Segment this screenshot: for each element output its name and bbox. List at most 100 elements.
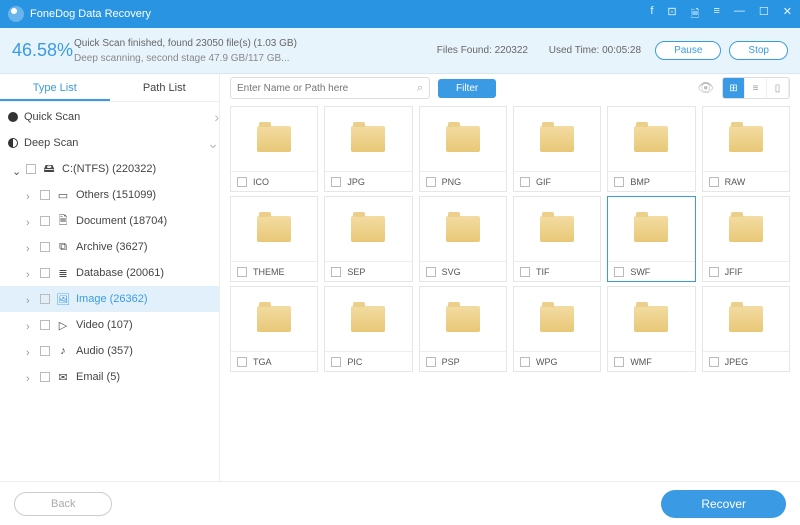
menu-icon[interactable]: ≡	[713, 5, 719, 24]
checkbox[interactable]	[40, 346, 50, 356]
tree-document[interactable]: 🗎 Document (18704)	[0, 208, 219, 234]
grid-cell[interactable]: TIF	[513, 196, 601, 282]
checkbox[interactable]	[709, 267, 719, 277]
expand-icon[interactable]	[26, 269, 34, 277]
view-thumbnail-icon[interactable]: ⊞	[723, 78, 745, 98]
thumbnail	[420, 197, 506, 261]
expand-icon[interactable]	[26, 191, 34, 199]
scan-info: Quick Scan finished, found 23050 file(s)…	[74, 36, 427, 66]
tab-path-list[interactable]: Path List	[110, 74, 220, 101]
search-icon[interactable]: ⌕	[417, 82, 423, 95]
checkbox[interactable]	[40, 242, 50, 252]
grid-cell[interactable]: WPG	[513, 286, 601, 372]
checkbox[interactable]	[40, 320, 50, 330]
checkbox[interactable]	[520, 357, 530, 367]
view-detail-icon[interactable]: ▯	[767, 78, 789, 98]
view-list-icon[interactable]: ≡	[745, 78, 767, 98]
checkbox[interactable]	[709, 357, 719, 367]
checkbox[interactable]	[40, 294, 50, 304]
minimize-icon[interactable]: —	[734, 5, 745, 24]
grid-cell[interactable]: BMP	[607, 106, 695, 192]
tree-audio[interactable]: ♪ Audio (357)	[0, 338, 219, 364]
expand-icon[interactable]	[26, 373, 34, 381]
cell-label: WMF	[630, 357, 652, 367]
checkbox[interactable]	[426, 357, 436, 367]
save-icon[interactable]: 🗎	[691, 5, 700, 24]
checkbox[interactable]	[331, 177, 341, 187]
search-box[interactable]: ⌕	[230, 77, 430, 99]
grid-cell[interactable]: PNG	[419, 106, 507, 192]
back-button[interactable]: Back	[14, 492, 112, 516]
grid-cell[interactable]: GIF	[513, 106, 601, 192]
tree-drive[interactable]: 🖴 C:(NTFS) (220322)	[0, 156, 219, 182]
grid-cell[interactable]: ICO	[230, 106, 318, 192]
filter-button[interactable]: Filter	[438, 79, 496, 98]
search-input[interactable]	[237, 83, 417, 94]
expand-icon[interactable]	[26, 321, 34, 329]
checkbox[interactable]	[614, 177, 624, 187]
folder-icon	[634, 216, 668, 242]
grid-cell[interactable]: TGA	[230, 286, 318, 372]
checkbox[interactable]	[26, 164, 36, 174]
checkbox[interactable]	[40, 268, 50, 278]
tree-email[interactable]: ✉ Email (5)	[0, 364, 219, 390]
tree-quick-scan[interactable]: Quick Scan ›	[0, 104, 219, 130]
checkbox[interactable]	[40, 372, 50, 382]
grid-cell[interactable]: SEP	[324, 196, 412, 282]
tree-database[interactable]: ≣ Database (20061)	[0, 260, 219, 286]
recover-button[interactable]: Recover	[661, 490, 786, 518]
grid-cell[interactable]: JPEG	[702, 286, 790, 372]
checkbox[interactable]	[331, 357, 341, 367]
expand-icon[interactable]	[12, 165, 20, 173]
cell-label: WPG	[536, 357, 558, 367]
grid-cell[interactable]: JFIF	[702, 196, 790, 282]
tree-deep-scan[interactable]: Deep Scan ⌄	[0, 130, 219, 156]
expand-icon[interactable]	[26, 347, 34, 355]
preview-icon[interactable]: 👁	[697, 80, 714, 96]
checkbox[interactable]	[426, 177, 436, 187]
tab-type-list[interactable]: Type List	[0, 74, 110, 101]
grid-cell[interactable]: PIC	[324, 286, 412, 372]
checkbox[interactable]	[40, 190, 50, 200]
grid-cell[interactable]: SWF	[607, 196, 695, 282]
checkbox[interactable]	[709, 177, 719, 187]
feedback-icon[interactable]: ⊡	[667, 5, 676, 24]
grid-cell[interactable]: PSP	[419, 286, 507, 372]
checkbox[interactable]	[426, 267, 436, 277]
grid-cell[interactable]: SVG	[419, 196, 507, 282]
grid-cell[interactable]: WMF	[607, 286, 695, 372]
scan-stats: Files Found: 220322 Used Time: 00:05:28	[437, 45, 641, 56]
checkbox[interactable]	[520, 177, 530, 187]
grid-cell[interactable]: JPG	[324, 106, 412, 192]
thumbnail	[608, 107, 694, 171]
tree-archive[interactable]: ⧉ Archive (3627)	[0, 234, 219, 260]
tree-image[interactable]: 🖼 Image (26362)	[0, 286, 219, 312]
folder-icon	[540, 126, 574, 152]
checkbox[interactable]	[331, 267, 341, 277]
checkbox[interactable]	[520, 267, 530, 277]
pause-button[interactable]: Pause	[655, 41, 721, 60]
close-icon[interactable]: ✕	[783, 5, 792, 24]
expand-icon[interactable]	[26, 217, 34, 225]
checkbox[interactable]	[237, 267, 247, 277]
grid-cell[interactable]: THEME	[230, 196, 318, 282]
expand-icon[interactable]	[26, 243, 34, 251]
checkbox[interactable]	[614, 267, 624, 277]
checkbox[interactable]	[614, 357, 624, 367]
cell-label: JPEG	[725, 357, 749, 367]
facebook-icon[interactable]: f	[650, 5, 653, 24]
tree-others[interactable]: ▭ Others (151099)	[0, 182, 219, 208]
folder-icon	[351, 306, 385, 332]
checkbox[interactable]	[40, 216, 50, 226]
expand-icon[interactable]	[26, 295, 34, 303]
audio-icon: ♪	[56, 345, 70, 357]
tree-video[interactable]: ▷ Video (107)	[0, 312, 219, 338]
folder-icon: ▭	[56, 189, 70, 201]
stop-button[interactable]: Stop	[729, 41, 788, 60]
checkbox[interactable]	[237, 177, 247, 187]
cell-label: PNG	[442, 177, 462, 187]
grid-cell[interactable]: RAW	[702, 106, 790, 192]
maximize-icon[interactable]: ☐	[759, 5, 769, 24]
video-icon: ▷	[56, 319, 70, 331]
checkbox[interactable]	[237, 357, 247, 367]
